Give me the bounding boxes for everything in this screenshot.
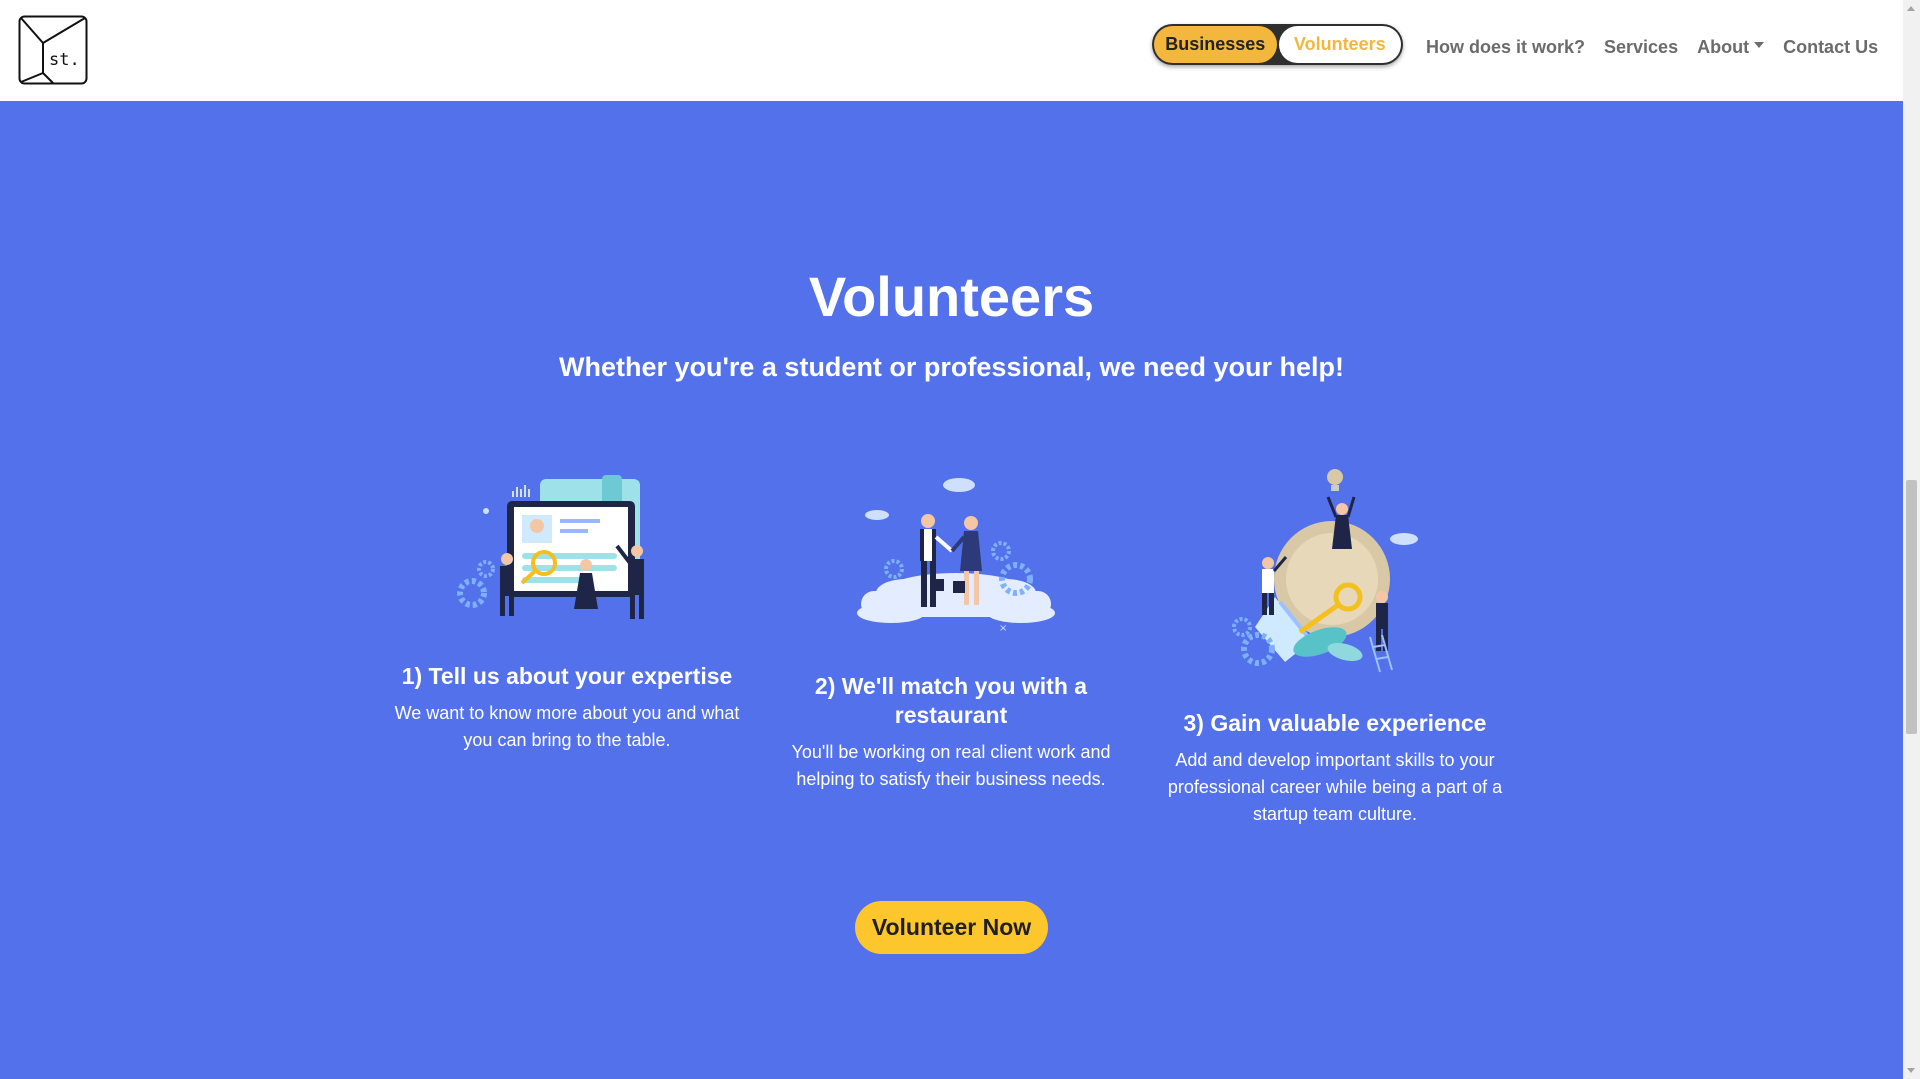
page-title: Volunteers (808, 265, 1095, 328)
logo-wordmark: st. (49, 50, 80, 70)
step-3-text: Add and develop important skills to your… (1167, 750, 1503, 824)
step-2-text: You'll be working on real client work an… (791, 742, 1111, 789)
nav-how-it-works[interactable]: How does it work? (1426, 37, 1585, 58)
step-card-1: 1) Tell us about your expertise We want … (387, 471, 747, 754)
main-nav: How does it work? Services About Contact… (1426, 37, 1878, 58)
nav-about-label: About (1697, 37, 1750, 57)
step-3-title: 3) Gain valuable experience (1183, 710, 1487, 736)
step-1-text: We want to know more about you and what … (394, 703, 740, 750)
nav-contact-us[interactable]: Contact Us (1783, 37, 1878, 58)
step-1-title: 1) Tell us about your expertise (401, 663, 733, 689)
volunteer-now-button[interactable]: Volunteer Now (855, 901, 1048, 954)
scroll-down-arrow-icon[interactable] (1907, 1068, 1915, 1073)
page-subtitle: Whether you're a student or professional… (558, 352, 1345, 382)
step-card-3: 3) Gain valuable experience Add and deve… (1155, 467, 1515, 828)
volunteers-toggle-button[interactable]: Volunteers (1278, 26, 1401, 63)
page-scrollbar[interactable] (1903, 0, 1920, 1079)
volunteers-section: Volunteers Whether you're a student or p… (0, 101, 1903, 1079)
chevron-down-icon (1754, 42, 1765, 49)
nav-about[interactable]: About (1697, 37, 1765, 58)
businesses-toggle-button[interactable]: Businesses (1154, 26, 1277, 63)
scroll-up-arrow-icon[interactable] (1907, 6, 1915, 11)
resume-review-illustration (457, 475, 644, 619)
site-logo[interactable]: st. (18, 15, 88, 85)
scroll-thumb[interactable] (1906, 480, 1917, 734)
handshake-illustration: × (857, 478, 1055, 634)
lightbulb-team-illustration (1232, 469, 1418, 673)
audience-toggle[interactable]: Businesses Volunteers (1152, 24, 1403, 65)
step-card-2: × 2) We'll match you with a restaurant Y… (771, 471, 1131, 793)
navbar: st. Businesses Volunteers How does it wo… (0, 0, 1903, 101)
nav-services[interactable]: Services (1604, 37, 1678, 58)
step-2-title: 2) We'll match you with a restaurant (814, 673, 1088, 728)
svg-text:×: × (999, 623, 1007, 634)
